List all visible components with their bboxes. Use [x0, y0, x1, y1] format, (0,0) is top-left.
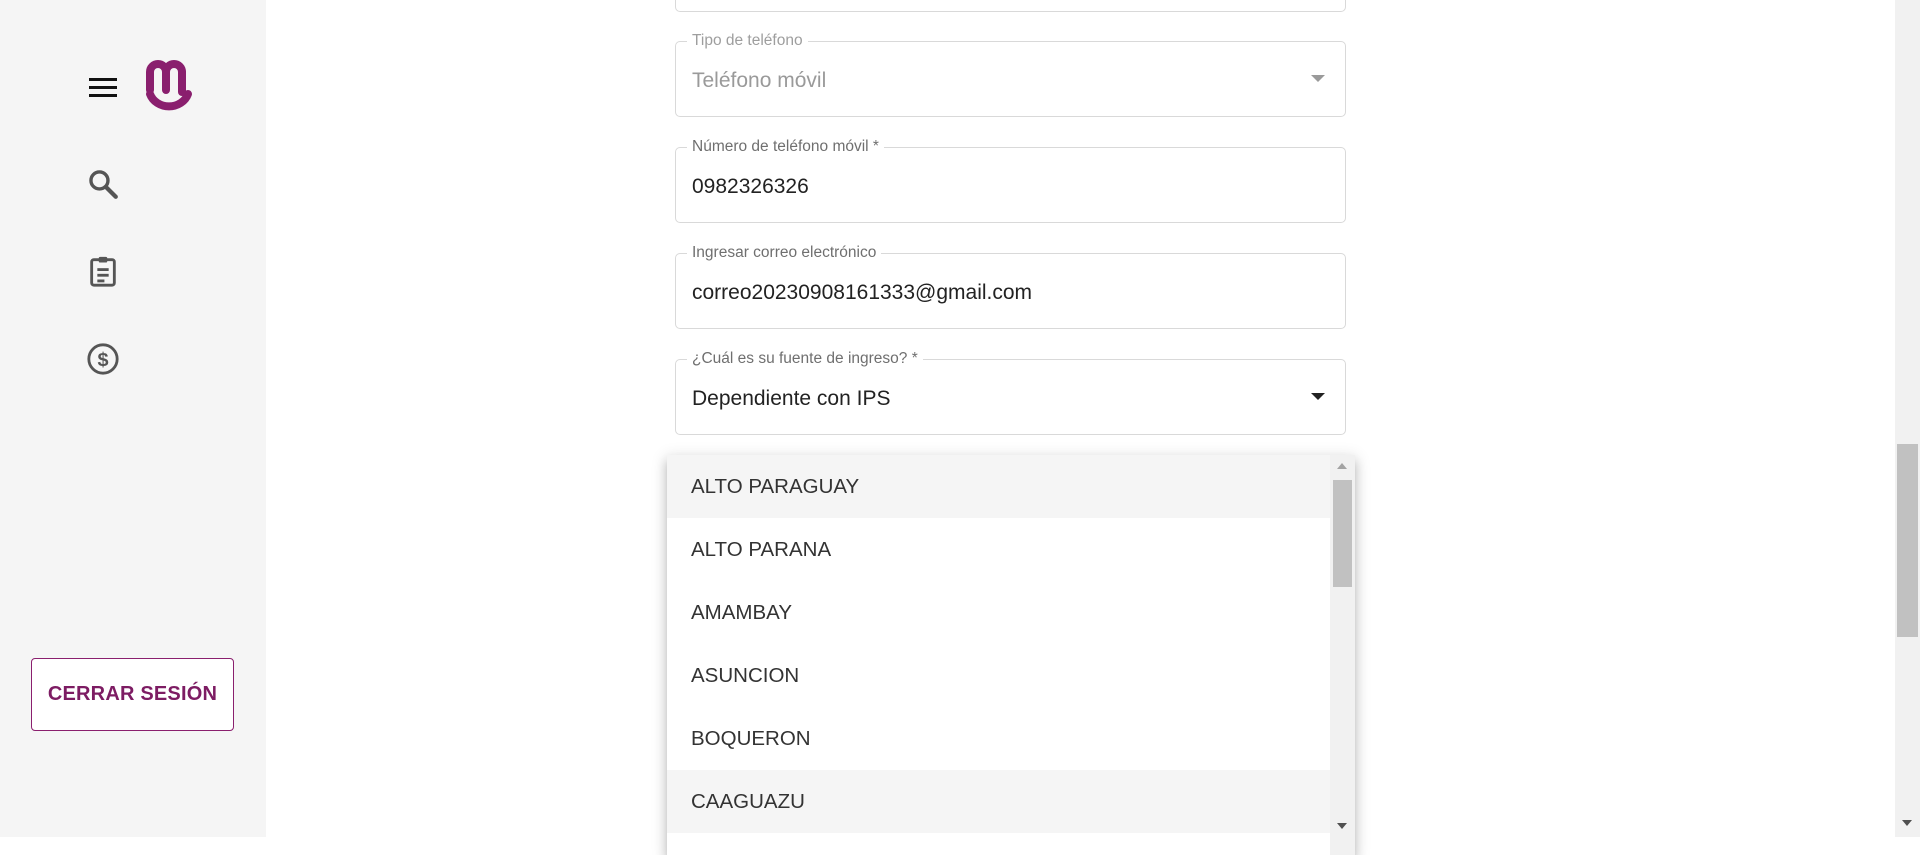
department-dropdown: ALTO PARAGUAY ALTO PARANA AMAMBAY ASUNCI… — [667, 455, 1355, 855]
phone-type-label: Tipo de teléfono — [687, 32, 808, 50]
mobile-number-field[interactable]: Número de teléfono móvil * 0982326326 — [675, 138, 1346, 223]
income-source-label: ¿Cuál es su fuente de ingreso? * — [687, 350, 923, 368]
option-alto-parana[interactable]: ALTO PARANA — [667, 518, 1330, 581]
phone-type-value: Teléfono móvil — [692, 69, 827, 92]
page-scrollbar[interactable] — [1895, 0, 1920, 837]
scroll-down-icon[interactable] — [1902, 820, 1912, 826]
mobile-number-value[interactable]: 0982326326 — [692, 175, 809, 199]
income-source-value[interactable]: Dependiente con IPS — [692, 387, 890, 411]
mobile-number-label: Número de teléfono móvil * — [687, 138, 884, 156]
email-label: Ingresar correo electrónico — [687, 244, 882, 262]
email-value[interactable]: correo20230908161333@gmail.com — [692, 281, 1032, 305]
phone-type-select: Tipo de teléfono Teléfono móvil — [675, 32, 1346, 117]
previous-field-edge — [675, 0, 1346, 12]
option-amambay[interactable]: AMAMBAY — [667, 581, 1330, 644]
sidebar: $ CERRAR SESIÓN — [0, 0, 266, 837]
clipboard-icon[interactable] — [86, 254, 120, 288]
search-icon[interactable] — [86, 167, 120, 201]
option-boqueron[interactable]: BOQUERON — [667, 707, 1330, 770]
option-alto-paraguay[interactable]: ALTO PARAGUAY — [667, 455, 1330, 518]
page-scroll-thumb[interactable] — [1897, 444, 1918, 637]
email-field[interactable]: Ingresar correo electrónico correo202309… — [675, 244, 1346, 329]
svg-text:$: $ — [97, 349, 108, 371]
option-caaguazu[interactable]: CAAGUAZU — [667, 770, 1330, 833]
logout-button[interactable]: CERRAR SESIÓN — [31, 658, 234, 731]
dollar-circle-icon[interactable]: $ — [86, 342, 120, 376]
menu-icon[interactable] — [86, 74, 120, 102]
scroll-down-icon[interactable] — [1337, 823, 1347, 829]
chevron-down-icon — [1311, 75, 1325, 82]
option-asuncion[interactable]: ASUNCION — [667, 644, 1330, 707]
chevron-down-icon[interactable] — [1311, 393, 1325, 400]
income-source-select[interactable]: ¿Cuál es su fuente de ingreso? * Dependi… — [675, 350, 1346, 435]
scroll-up-icon[interactable] — [1337, 463, 1347, 469]
brand-logo[interactable] — [144, 60, 196, 120]
department-options: ALTO PARAGUAY ALTO PARANA AMAMBAY ASUNCI… — [667, 455, 1330, 833]
dropdown-scroll-thumb[interactable] — [1333, 480, 1352, 587]
dropdown-scrollbar[interactable] — [1330, 455, 1355, 855]
